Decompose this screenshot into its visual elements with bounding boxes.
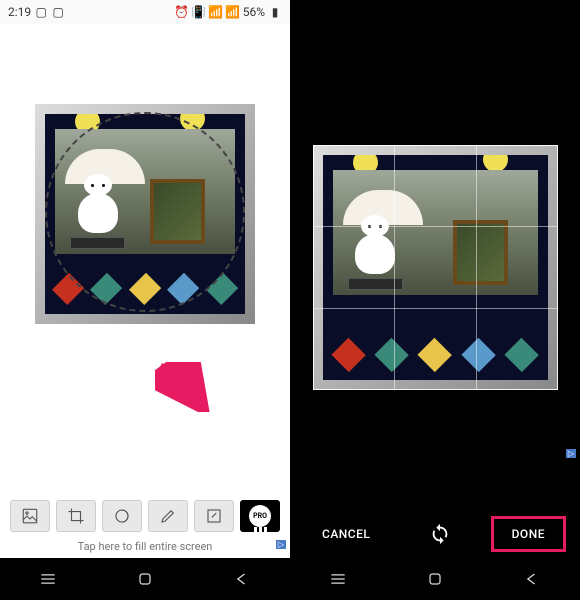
recents-button[interactable] xyxy=(313,564,363,594)
action-bar: CANCEL DONE xyxy=(290,510,580,558)
vibrate-icon: 📳 xyxy=(192,5,206,19)
gallery-button[interactable] xyxy=(10,500,50,532)
baymax-figure xyxy=(75,174,120,239)
back-button[interactable] xyxy=(507,564,557,594)
crop-button[interactable] xyxy=(56,500,96,532)
back-button[interactable] xyxy=(217,564,267,594)
battery-percent: 56% xyxy=(243,5,265,19)
diamond-decor xyxy=(45,264,245,314)
name-plaque xyxy=(70,237,125,249)
crop-image xyxy=(313,145,558,390)
ad-indicator[interactable]: ▷ xyxy=(276,540,286,549)
phone-right: ▷ CANCEL DONE xyxy=(290,0,580,600)
toolbar: PRO xyxy=(0,494,290,538)
edit-button[interactable] xyxy=(194,500,234,532)
image-content xyxy=(45,114,245,314)
rotate-button[interactable] xyxy=(429,523,451,545)
photo-area xyxy=(55,129,235,254)
screenshot-pair: 2:19 ▢ ▢ ⏰ 📳 📶 📶 56% ▮ xyxy=(0,0,580,600)
home-button[interactable] xyxy=(120,564,170,594)
crop-frame[interactable] xyxy=(313,145,558,390)
crop-canvas[interactable]: ▷ xyxy=(290,24,580,510)
alarm-icon: ⏰ xyxy=(175,5,189,19)
signal-icon: 📶 xyxy=(226,5,240,19)
draw-button[interactable] xyxy=(148,500,188,532)
pro-button[interactable]: PRO xyxy=(240,500,280,532)
status-bar-spacer xyxy=(290,0,580,24)
hint-text: Tap here to fill entire screen xyxy=(78,540,213,553)
home-button[interactable] xyxy=(410,564,460,594)
gallery-icon: ▢ xyxy=(34,5,48,19)
annotation-arrow xyxy=(155,362,215,412)
gallery-icon-2: ▢ xyxy=(51,5,65,19)
battery-icon: ▮ xyxy=(268,5,282,19)
picture-frame xyxy=(150,179,205,244)
wifi-icon: 📶 xyxy=(209,5,223,19)
nav-bar xyxy=(290,558,580,600)
phone-left: 2:19 ▢ ▢ ⏰ 📳 📶 📶 56% ▮ xyxy=(0,0,290,600)
nav-bar xyxy=(0,558,290,600)
status-bar: 2:19 ▢ ▢ ⏰ 📳 📶 📶 56% ▮ xyxy=(0,0,290,24)
pro-badge-icon: PRO xyxy=(249,505,271,527)
status-time: 2:19 xyxy=(8,5,31,19)
editor-canvas[interactable] xyxy=(0,24,290,494)
cancel-button[interactable]: CANCEL xyxy=(304,519,388,549)
done-button[interactable]: DONE xyxy=(491,516,566,552)
recents-button[interactable] xyxy=(23,564,73,594)
ad-indicator[interactable]: ▷ xyxy=(566,449,576,458)
image-frame xyxy=(35,104,255,324)
effects-button[interactable] xyxy=(102,500,142,532)
hint-bar[interactable]: Tap here to fill entire screen ▷ xyxy=(0,538,290,558)
